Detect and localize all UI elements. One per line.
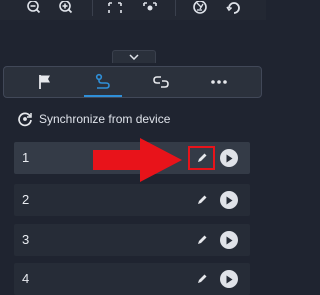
pencil-icon [198,274,207,283]
play-button[interactable] [220,149,238,167]
focus-icon[interactable] [138,0,162,16]
route-icon [95,73,110,89]
link-icon [153,76,169,88]
more-icon [211,80,227,84]
sync-label: Synchronize from device [39,112,171,126]
toolbar-divider [175,0,176,16]
zoom-in-icon[interactable] [54,0,78,16]
list-item[interactable]: 2 [14,184,250,216]
pencil-icon [198,235,207,244]
play-button[interactable] [220,270,238,288]
flag-icon [39,75,50,89]
sync-icon [18,112,32,127]
item-label: 3 [22,232,30,247]
list-item[interactable]: 3 [14,224,250,256]
toolbar-divider [92,0,93,16]
tab-link[interactable] [132,67,190,97]
play-icon [226,154,233,162]
refresh-icon[interactable] [222,0,246,16]
item-label: 1 [22,150,30,165]
sync-from-device-button[interactable]: Synchronize from device [17,108,170,130]
edit-button[interactable] [192,269,212,289]
fit-screen-icon[interactable] [103,0,127,16]
tab-more[interactable] [190,67,248,97]
tab-route[interactable] [74,67,132,97]
annotation-arrow-icon [93,138,182,182]
item-label: 4 [22,271,30,286]
zoom-out-icon[interactable] [22,0,46,16]
play-button[interactable] [220,231,238,249]
play-button[interactable] [220,191,238,209]
annotation-highlight-box [188,146,215,170]
play-icon [226,236,233,244]
panel-tabs [3,66,262,98]
play-icon [226,275,233,283]
play-icon [226,196,233,204]
tab-flag[interactable] [16,67,74,97]
edit-button[interactable] [192,190,212,210]
list-item[interactable]: 4 [14,263,250,295]
top-toolbar [0,0,266,20]
chevron-down-icon [129,54,139,60]
pencil-icon [198,195,207,204]
aperture-icon[interactable] [188,0,212,16]
collapse-panel-button[interactable] [112,50,156,63]
edit-button[interactable] [192,230,212,250]
item-label: 2 [22,192,30,207]
